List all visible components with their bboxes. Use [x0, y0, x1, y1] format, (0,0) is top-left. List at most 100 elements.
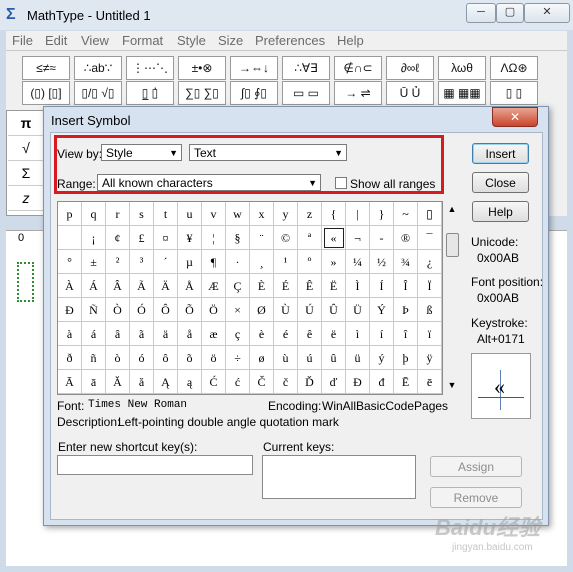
symbol-cell[interactable]: ā	[82, 370, 106, 394]
symbol-cell[interactable]	[58, 226, 82, 250]
boxes-palette[interactable]: ▯ ▯	[490, 81, 538, 105]
symbol-cell[interactable]: }	[370, 202, 394, 226]
menu-edit[interactable]: Edit	[45, 33, 67, 48]
symbol-cell[interactable]: ÷	[226, 346, 250, 370]
symbol-cell[interactable]: u	[178, 202, 202, 226]
symbol-cell[interactable]: ±	[82, 250, 106, 274]
symbol-cell[interactable]: Ē	[394, 370, 418, 394]
symbol-cell[interactable]: ¬	[346, 226, 370, 250]
symbol-cell[interactable]: Ï	[418, 274, 442, 298]
symbol-cell[interactable]: Č	[250, 370, 274, 394]
symbol-cell[interactable]: µ	[178, 250, 202, 274]
symbol-cell[interactable]: ú	[298, 346, 322, 370]
help-button[interactable]: Help	[472, 201, 529, 222]
symbol-cell[interactable]: ò	[106, 346, 130, 370]
symbol-cell[interactable]: p	[58, 202, 82, 226]
greek-lower-palette[interactable]: λωθ	[438, 56, 486, 80]
symbol-cell[interactable]: ▯	[418, 202, 442, 226]
sigma-tab[interactable]: Σ	[8, 161, 44, 186]
symbol-cell[interactable]: Ā	[58, 370, 82, 394]
symbol-cell[interactable]: æ	[202, 322, 226, 346]
symbol-cell[interactable]: Ç	[226, 274, 250, 298]
symbol-cell[interactable]: y	[274, 202, 298, 226]
symbol-cell[interactable]: Û	[322, 298, 346, 322]
symbol-cell[interactable]: ï	[418, 322, 442, 346]
symbol-cell[interactable]: è	[250, 322, 274, 346]
symbol-cell[interactable]: Í	[370, 274, 394, 298]
symbol-cell[interactable]: -	[370, 226, 394, 250]
symbol-cell[interactable]: q	[82, 202, 106, 226]
menu-preferences[interactable]: Preferences	[255, 33, 325, 48]
symbol-cell[interactable]: Æ	[202, 274, 226, 298]
symbol-cell[interactable]: Â	[106, 274, 130, 298]
symbol-cell[interactable]: ă	[130, 370, 154, 394]
symbol-cell[interactable]: È	[250, 274, 274, 298]
symbol-cell[interactable]: ð	[58, 346, 82, 370]
logic-palette[interactable]: ∴∀∃	[282, 56, 330, 80]
menu-format[interactable]: Format	[122, 33, 163, 48]
symbol-cell[interactable]: Ą	[154, 370, 178, 394]
symbol-cell[interactable]: £	[130, 226, 154, 250]
symbol-cell[interactable]: á	[82, 322, 106, 346]
symbol-cell[interactable]: Ê	[298, 274, 322, 298]
symbol-cell[interactable]: ´	[154, 250, 178, 274]
symbol-cell[interactable]: û	[322, 346, 346, 370]
symbol-cell[interactable]: ì	[346, 322, 370, 346]
symbol-cell[interactable]: s	[130, 202, 154, 226]
symbol-cell[interactable]: Ù	[274, 298, 298, 322]
symbol-cell[interactable]: ¥	[178, 226, 202, 250]
symbol-cell[interactable]: ć	[226, 370, 250, 394]
symbol-cell[interactable]: Ã	[130, 274, 154, 298]
symbol-cell[interactable]: Ñ	[82, 298, 106, 322]
symbol-cell[interactable]: º	[298, 250, 322, 274]
set-theory-palette[interactable]: ∉∩⊂	[334, 56, 382, 80]
symbol-cell[interactable]: ³	[130, 250, 154, 274]
symbol-cell[interactable]: č	[274, 370, 298, 394]
symbol-cell[interactable]: ®	[394, 226, 418, 250]
shortcut-input[interactable]	[57, 455, 253, 475]
menu-help[interactable]: Help	[337, 33, 364, 48]
arrows-palette[interactable]: →⇔↓	[230, 56, 278, 80]
symbol-cell[interactable]: t	[154, 202, 178, 226]
symbol-cell[interactable]: ù	[274, 346, 298, 370]
symbol-cell[interactable]: ü	[346, 346, 370, 370]
symbol-cell[interactable]: ¤	[154, 226, 178, 250]
symbol-cell[interactable]: Å	[178, 274, 202, 298]
symbol-cell[interactable]: r	[106, 202, 130, 226]
bars-palette[interactable]: ▭ ▭	[282, 81, 330, 105]
symbol-cell[interactable]: v	[202, 202, 226, 226]
symbol-cell[interactable]: ē	[418, 370, 442, 394]
symbol-cell[interactable]: ª	[298, 226, 322, 250]
symbol-cell[interactable]: Ď	[298, 370, 322, 394]
symbol-cell[interactable]: à	[58, 322, 82, 346]
symbol-cell[interactable]: å	[178, 322, 202, 346]
symbol-cell[interactable]: ç	[226, 322, 250, 346]
symbol-cell[interactable]: ½	[370, 250, 394, 274]
symbol-cell[interactable]: ý	[370, 346, 394, 370]
symbol-cell[interactable]: Ô	[154, 298, 178, 322]
symbol-cell[interactable]: Ì	[346, 274, 370, 298]
symbol-cell[interactable]: ¦	[202, 226, 226, 250]
products-palette[interactable]: Ū Ủ	[386, 81, 434, 105]
symbol-cell[interactable]: Á	[82, 274, 106, 298]
symbol-cell[interactable]: ø	[250, 346, 274, 370]
maximize-button[interactable]: ▢	[496, 3, 524, 23]
symbol-cell[interactable]: «	[322, 226, 346, 250]
embellishments-palette[interactable]: ⋮⋯⋱	[126, 56, 174, 80]
symbol-cell[interactable]: ¿	[418, 250, 442, 274]
symbol-cell[interactable]: ¡	[82, 226, 106, 250]
symbol-cell[interactable]: Ä	[154, 274, 178, 298]
symbol-cell[interactable]: Ò	[106, 298, 130, 322]
symbol-cell[interactable]: ¹	[274, 250, 298, 274]
symbol-cell[interactable]: É	[274, 274, 298, 298]
symbol-cell[interactable]: ¯	[418, 226, 442, 250]
symbol-cell[interactable]: ä	[154, 322, 178, 346]
symbol-cell[interactable]: õ	[178, 346, 202, 370]
symbol-cell[interactable]: ²	[106, 250, 130, 274]
symbol-cell[interactable]: ã	[130, 322, 154, 346]
symbol-cell[interactable]: ÿ	[418, 346, 442, 370]
symbol-cell[interactable]: é	[274, 322, 298, 346]
symbol-cell[interactable]: Ó	[130, 298, 154, 322]
symbol-cell[interactable]: Ă	[106, 370, 130, 394]
symbol-cell[interactable]: Ü	[346, 298, 370, 322]
